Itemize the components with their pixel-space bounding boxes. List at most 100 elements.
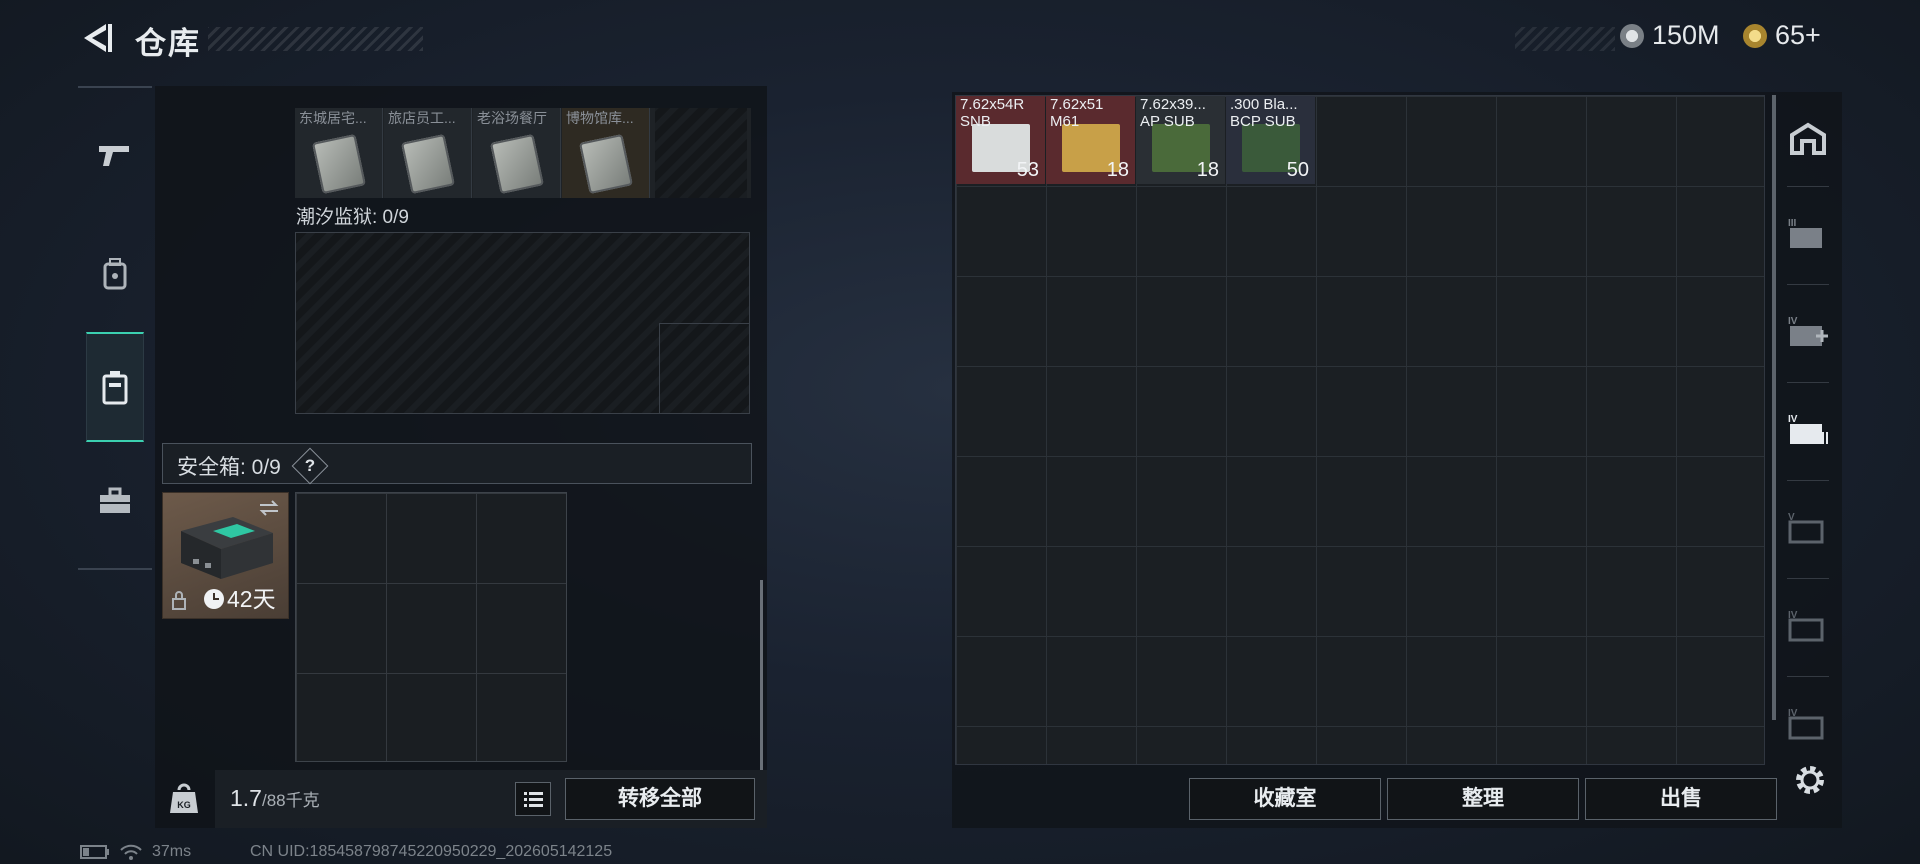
keycard-label: 博物馆库... xyxy=(566,110,634,126)
help-icon[interactable]: ? xyxy=(291,448,329,485)
gold-currency: 65+ xyxy=(1743,20,1821,51)
back-arrow-icon[interactable] xyxy=(78,20,114,56)
ammo-item[interactable]: 7.62x39... AP SUB 18 xyxy=(1136,96,1225,184)
status-footer: 37ms xyxy=(80,843,191,861)
silver-amount: 150M xyxy=(1652,20,1720,50)
stash-tab-3[interactable]: III xyxy=(1777,204,1839,264)
list-icon xyxy=(524,792,543,807)
tab-divider xyxy=(1787,578,1829,579)
stash-tab-5[interactable]: V xyxy=(1777,498,1839,558)
ammo-item[interactable]: 7.62x51 M61 18 xyxy=(1046,96,1135,184)
keycard-icon xyxy=(401,133,455,195)
svg-text:V: V xyxy=(1788,512,1795,523)
keycard-item[interactable]: 博物馆库... xyxy=(562,108,650,198)
collection-room-button[interactable]: 收藏室 xyxy=(1189,778,1381,820)
ammo-count: 50 xyxy=(1286,159,1309,181)
page-title: 仓库 xyxy=(135,26,201,61)
ammo-count: 53 xyxy=(1016,159,1039,181)
transfer-all-button[interactable]: 转移全部 xyxy=(565,778,755,820)
sort-button[interactable]: 整理 xyxy=(1387,778,1579,820)
locked-container-area xyxy=(295,232,750,414)
tab-containers[interactable] xyxy=(86,332,144,442)
ping-readout: 37ms xyxy=(152,843,192,860)
keycard-row: 东城居宅... 旅店员工... 老浴场餐厅 博物馆库... xyxy=(295,108,751,198)
ammo-caliber: 7.62x54R xyxy=(960,96,1025,113)
ammo-type: SNB xyxy=(960,113,991,130)
uid-label: CN UID:185458798745220950229_20260514212… xyxy=(250,843,613,860)
tab-weapons[interactable] xyxy=(86,100,144,210)
silver-coin-icon xyxy=(1620,23,1644,48)
stash-tab-7[interactable]: IV xyxy=(1777,694,1839,754)
right-scrollbar[interactable] xyxy=(1772,95,1776,720)
tab-divider xyxy=(1787,676,1829,677)
stash-tab-main[interactable] xyxy=(1777,108,1839,168)
weight-current: 1.7 xyxy=(230,785,262,811)
keycard-item[interactable]: 东城居宅... xyxy=(295,108,383,198)
section-label: 潮汐监狱: 0/9 xyxy=(296,207,409,228)
weight-icon: KG xyxy=(170,783,198,813)
tab-gear[interactable] xyxy=(86,218,144,328)
pistol-icon xyxy=(99,146,129,166)
help-mark: ? xyxy=(304,456,315,476)
ammo-type: M61 xyxy=(1050,113,1080,130)
ammo-caliber: .300 Bla... xyxy=(1230,96,1298,113)
gold-coin-icon xyxy=(1743,23,1767,48)
backpack-icon xyxy=(103,258,127,290)
weight-readout: 1.7/88千克 xyxy=(230,785,320,812)
svg-text:IV: IV xyxy=(1788,316,1798,327)
sell-button[interactable]: 出售 xyxy=(1585,778,1777,820)
tab-divider xyxy=(1787,284,1829,285)
keycard-icon xyxy=(490,133,544,195)
stash-locked-icon: IV xyxy=(1788,708,1824,740)
tab-divider xyxy=(1787,480,1829,481)
category-tabs xyxy=(78,86,152,570)
keycard-label: 东城居宅... xyxy=(299,110,367,126)
safebox-item[interactable]: 42天 xyxy=(162,492,289,619)
stash-locked-icon: IV xyxy=(1788,610,1824,642)
keycard-label: 老浴场餐厅 xyxy=(477,110,547,126)
title-stripe-decoration xyxy=(208,27,423,51)
keycard-icon xyxy=(312,133,366,195)
stash-grid[interactable] xyxy=(955,95,1765,765)
safebox-label: 安全箱: 0/9 xyxy=(177,456,281,479)
stash-tab-6[interactable]: IV xyxy=(1777,596,1839,656)
svg-text:KG: KG xyxy=(177,800,191,810)
tab-divider xyxy=(1787,186,1829,187)
list-view-button[interactable] xyxy=(515,782,551,816)
empty-slot[interactable] xyxy=(655,108,747,198)
toolbox-icon xyxy=(100,487,130,513)
ammo-caliber: 7.62x39... xyxy=(1140,96,1206,113)
ammo-caliber: 7.62x51 xyxy=(1050,96,1104,113)
ammo-type: BCP SUB xyxy=(1230,113,1296,130)
tab-divider xyxy=(1787,382,1829,383)
ammo-count: 18 xyxy=(1106,159,1129,181)
stash-tab-4-add[interactable]: IV xyxy=(1777,302,1839,362)
keycard-item[interactable]: 旅店员工... xyxy=(384,108,472,198)
ammo-item[interactable]: 7.62x54R SNB 53 xyxy=(956,96,1045,184)
safebox-duration: 42天 xyxy=(227,586,276,612)
clock-icon xyxy=(204,589,224,609)
tab-supplies[interactable] xyxy=(86,446,144,556)
swap-icon[interactable] xyxy=(258,499,280,517)
stash-tab-4-active[interactable]: IV xyxy=(1777,400,1839,460)
weight-max: /88千克 xyxy=(261,791,320,810)
gear-icon[interactable] xyxy=(1792,762,1828,798)
ammo-type: AP SUB xyxy=(1140,113,1195,130)
battery-icon xyxy=(80,845,109,859)
safebox-grid[interactable] xyxy=(295,492,567,762)
keycard-icon xyxy=(579,133,633,195)
svg-text:III: III xyxy=(1788,218,1797,229)
stash-add-icon: IV xyxy=(1788,316,1828,346)
svg-text:IV: IV xyxy=(1788,414,1798,425)
ammo-item[interactable]: .300 Bla... BCP SUB 50 xyxy=(1226,96,1315,184)
ammo-count: 18 xyxy=(1196,159,1219,181)
wifi-icon xyxy=(120,844,142,860)
left-scrollbar[interactable] xyxy=(760,580,763,770)
keycard-label: 旅店员工... xyxy=(388,110,456,126)
keycard-item[interactable]: 老浴场餐厅 xyxy=(473,108,561,198)
silver-currency: 150M xyxy=(1620,20,1720,51)
stash-building-icon xyxy=(1790,122,1826,155)
safebox-header: 安全箱: 0/9 ? xyxy=(162,443,752,485)
container-corner-slot[interactable] xyxy=(659,323,749,413)
stash-page-tabs: III IV IV V IV IV xyxy=(1777,108,1839,748)
